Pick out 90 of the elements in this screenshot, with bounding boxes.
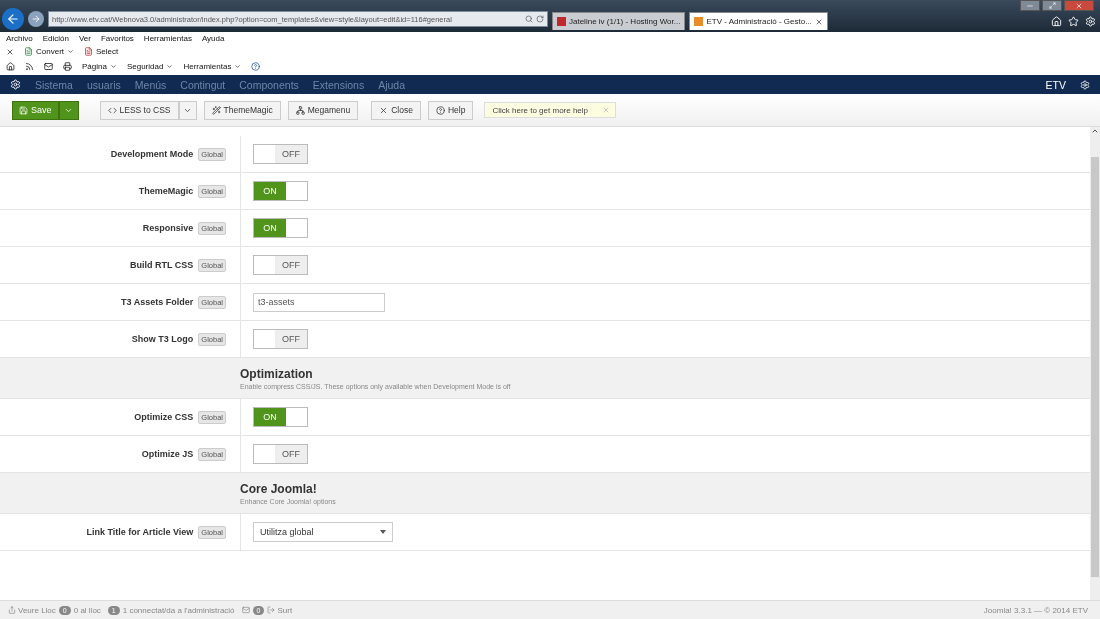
nav-menu-item[interactable]: Contingut <box>180 78 226 91</box>
setting-label: Build RTL CSS <box>129 260 194 270</box>
document-icon <box>84 47 93 56</box>
menu-item[interactable]: Ver <box>78 34 91 43</box>
toolbar-button[interactable]: ThemeMagic <box>203 100 281 120</box>
menu-item[interactable]: Edición <box>42 34 69 43</box>
toolbar-button[interactable]: Close <box>371 100 421 120</box>
close-icon[interactable] <box>814 17 823 26</box>
help-tip-text[interactable]: Click here to get more help <box>492 105 589 115</box>
logout-icon <box>267 606 276 614</box>
arrow-right-icon <box>31 14 41 24</box>
back-button[interactable] <box>2 8 24 30</box>
select-field[interactable]: Utilitza global <box>253 522 393 542</box>
menu-item[interactable]: Favoritos <box>100 34 134 43</box>
close-icon[interactable] <box>6 47 14 56</box>
nav-menu-item[interactable]: Components <box>239 78 299 91</box>
setting-label: Show T3 Logo <box>131 334 194 344</box>
share-arrow-icon <box>8 606 16 614</box>
nav-menu-item[interactable]: Extensions <box>312 78 365 91</box>
maximize-icon <box>1048 2 1056 9</box>
feed-icon[interactable] <box>25 62 34 71</box>
close-icon <box>379 105 389 115</box>
setting-label: Optimize JS <box>141 449 194 459</box>
sitemap-icon <box>295 105 305 115</box>
setting-label: T3 Assets Folder <box>121 297 194 307</box>
caret-icon <box>234 63 242 70</box>
section-title: Optimization <box>240 366 314 381</box>
toggle-switch[interactable]: OFF <box>253 329 308 349</box>
toolbar-menu[interactable]: Seguridad <box>126 62 174 71</box>
setting-label: ThemeMagic <box>138 186 194 196</box>
setting-label: Link Title for Article View <box>86 527 194 537</box>
toggle-switch[interactable]: OFF <box>253 255 308 275</box>
toolbar-menu[interactable]: Herramientas <box>183 62 242 71</box>
toolbar-button[interactable]: LESS to CSS <box>99 100 179 120</box>
nav-menu-item[interactable]: Ajuda <box>378 78 406 91</box>
toolbar-button[interactable]: Help <box>427 100 474 120</box>
code-icon <box>107 105 117 115</box>
command-button[interactable]: Convert <box>24 47 74 56</box>
toolbar-button[interactable]: Megamenu <box>287 100 359 120</box>
search-icon[interactable] <box>525 15 533 23</box>
caret-icon <box>166 63 174 70</box>
nav-menu-item[interactable]: usuaris <box>86 78 121 91</box>
maximize-button[interactable] <box>1042 0 1062 11</box>
scroll-up-icon[interactable] <box>1091 127 1099 135</box>
menu-item[interactable]: Herramientas <box>143 34 192 43</box>
setting-label: Responsive <box>142 223 194 233</box>
print-icon[interactable] <box>63 62 72 71</box>
menu-item[interactable]: Ayuda <box>201 34 225 43</box>
close-icon <box>1075 1 1083 10</box>
section-title: Core Joomla! <box>240 481 318 496</box>
site-icon <box>694 17 704 26</box>
menu-item[interactable]: Archivo <box>6 34 33 43</box>
save-button[interactable]: Save <box>12 100 59 120</box>
mail-icon[interactable] <box>44 62 53 71</box>
toggle-switch[interactable]: ON <box>253 218 308 238</box>
status-text: 0 al lloc <box>73 605 101 615</box>
caret-icon <box>67 48 74 55</box>
save-dropdown-button[interactable] <box>58 100 79 120</box>
user-menu[interactable]: ETV <box>1045 78 1066 91</box>
settings-icon[interactable] <box>1080 79 1090 90</box>
settings-icon[interactable] <box>1085 16 1096 27</box>
toolbar-menu[interactable]: Página <box>82 62 117 71</box>
help-icon <box>435 105 445 115</box>
star-icon[interactable] <box>1068 16 1079 27</box>
nav-menu-item[interactable]: Sistema <box>35 78 73 91</box>
forward-button[interactable] <box>28 11 44 27</box>
site-icon <box>557 17 566 26</box>
footer-text: Joomla! 3.3.1 — © 2014 ETV <box>983 605 1088 615</box>
toggle-switch[interactable]: OFF <box>253 444 308 464</box>
command-button[interactable]: Select <box>84 47 119 56</box>
caret-icon <box>380 530 386 534</box>
toggle-switch[interactable]: OFF <box>253 144 308 164</box>
browser-tab[interactable]: ETV - Administració - Gesto... <box>689 12 828 30</box>
minimize-button[interactable] <box>1020 0 1040 11</box>
browser-tab[interactable]: Jateline iv (1/1) - Hosting Wor... <box>552 12 686 30</box>
toggle-switch[interactable]: ON <box>253 407 308 427</box>
close-window-button[interactable] <box>1064 0 1094 11</box>
nav-menu-item[interactable]: Menús <box>134 78 167 91</box>
input-field[interactable]: t3-assets <box>253 292 385 312</box>
caret-icon <box>109 63 117 70</box>
wand-icon <box>211 105 221 115</box>
setting-label: Optimize CSS <box>134 412 194 422</box>
toggle-switch[interactable]: ON <box>253 181 308 201</box>
status-text: 1 connectat/da a l'administració <box>122 605 235 615</box>
document-icon <box>24 47 33 56</box>
refresh-icon[interactable] <box>536 15 544 23</box>
setting-label: Development Mode <box>110 149 194 159</box>
scrollbar-thumb[interactable] <box>1091 157 1099 577</box>
home-icon[interactable] <box>6 62 15 71</box>
help-icon[interactable] <box>251 62 261 71</box>
